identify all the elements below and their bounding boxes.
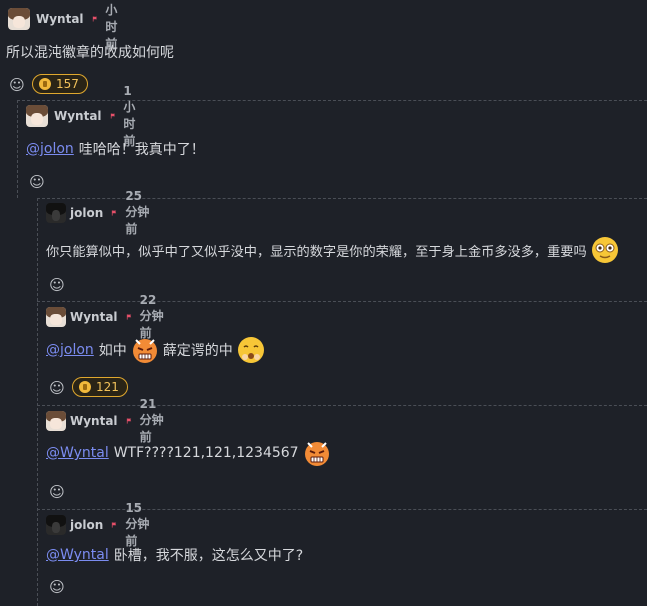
smiley-icon[interactable]: ☺ — [28, 173, 46, 191]
avatar[interactable] — [46, 411, 66, 431]
flag-icon[interactable] — [126, 414, 132, 428]
thread-separator — [37, 301, 647, 302]
comment-text: 哇哈哈！我真中了！ — [78, 142, 205, 158]
comment-text: 如中 — [98, 343, 127, 359]
comment-body: @jolon 哇哈哈！我真中了！ — [26, 139, 205, 159]
thread-separator — [17, 100, 647, 101]
flag-icon[interactable] — [92, 12, 98, 26]
squint-face-emoji — [237, 337, 264, 363]
comment-body: @Wyntal 卧槽，我不服，这怎么又中了? — [46, 545, 303, 565]
comment-header: Wyntal 1 小时前 — [26, 84, 144, 148]
smiley-icon[interactable]: ☺ — [48, 379, 66, 397]
timestamp: 22 分钟前 — [139, 293, 164, 340]
username[interactable]: Wyntal — [36, 12, 84, 26]
comment-header: jolon 25 分钟前 — [46, 189, 150, 236]
comment-header: jolon 15 分钟前 — [46, 501, 150, 548]
coin-reaction-badge[interactable]: 157 — [32, 74, 88, 94]
smiley-icon[interactable]: ☺ — [48, 483, 66, 501]
comment-text: 卧槽，我不服，这怎么又中了? — [113, 548, 304, 564]
comment-text: WTF????121,121,1234567 — [113, 445, 299, 461]
smiley-icon[interactable]: ☺ — [8, 76, 26, 94]
timestamp: 25 分钟前 — [125, 189, 150, 236]
username[interactable]: Wyntal — [70, 310, 118, 324]
thread-separator — [37, 405, 647, 406]
angry-face-emoji — [304, 442, 329, 466]
flag-icon[interactable] — [110, 109, 116, 123]
avatar[interactable] — [26, 105, 48, 127]
smiley-icon[interactable]: ☺ — [48, 276, 66, 294]
flag-icon[interactable] — [111, 518, 117, 532]
flag-icon[interactable] — [111, 206, 117, 220]
timestamp: 15 分钟前 — [125, 501, 150, 548]
comment-body: @jolon 如中 薛定谔的中 — [46, 336, 269, 364]
comment-text: 所以混沌徽章的收成如何呢 — [6, 45, 174, 61]
username[interactable]: Wyntal — [54, 109, 102, 123]
comment-body: 你只能算似中，似乎中了又似乎没中，显示的数字是你的荣耀，至于身上金币多没多，重要… — [46, 236, 647, 264]
avatar[interactable] — [46, 515, 66, 535]
username[interactable]: Wyntal — [70, 414, 118, 428]
mention-link[interactable]: @Wyntal — [46, 547, 109, 563]
mention-link[interactable]: @Wyntal — [46, 445, 109, 461]
coin-count: 157 — [56, 77, 79, 91]
avatar[interactable] — [46, 307, 66, 327]
flag-icon[interactable] — [126, 310, 132, 324]
username[interactable]: jolon — [70, 206, 103, 220]
username[interactable]: jolon — [70, 518, 103, 532]
timestamp: 21 分钟前 — [139, 397, 164, 444]
smiley-icon[interactable]: ☺ — [48, 578, 66, 596]
avatar[interactable] — [8, 8, 30, 30]
coin-count: 121 — [96, 380, 119, 394]
comment-text: 你只能算似中，似乎中了又似乎没中，显示的数字是你的荣耀，至于身上金币多没多，重要… — [46, 244, 587, 260]
comment-body: @Wyntal WTF????121,121,1234567 — [46, 439, 335, 467]
coin-icon — [39, 78, 51, 90]
mention-link[interactable]: @jolon — [46, 342, 94, 358]
comment-body: 所以混沌徽章的收成如何呢 — [6, 42, 174, 62]
avatar[interactable] — [46, 203, 66, 223]
thread-guide-level-1 — [17, 100, 18, 198]
mention-link[interactable]: @jolon — [26, 141, 74, 157]
comment-header: Wyntal 22 分钟前 — [46, 293, 164, 340]
comment-header: Wyntal 21 分钟前 — [46, 397, 164, 444]
comment-text: 薛定谔的中 — [162, 343, 233, 359]
angry-face-emoji — [132, 339, 157, 363]
coin-reaction-badge[interactable]: 121 — [72, 377, 128, 397]
comment-header: Wyntal 1 小时前 — [8, 0, 126, 51]
squint-face-emoji — [591, 237, 618, 263]
coin-icon — [79, 381, 91, 393]
thread-guide-level-2 — [37, 198, 38, 606]
